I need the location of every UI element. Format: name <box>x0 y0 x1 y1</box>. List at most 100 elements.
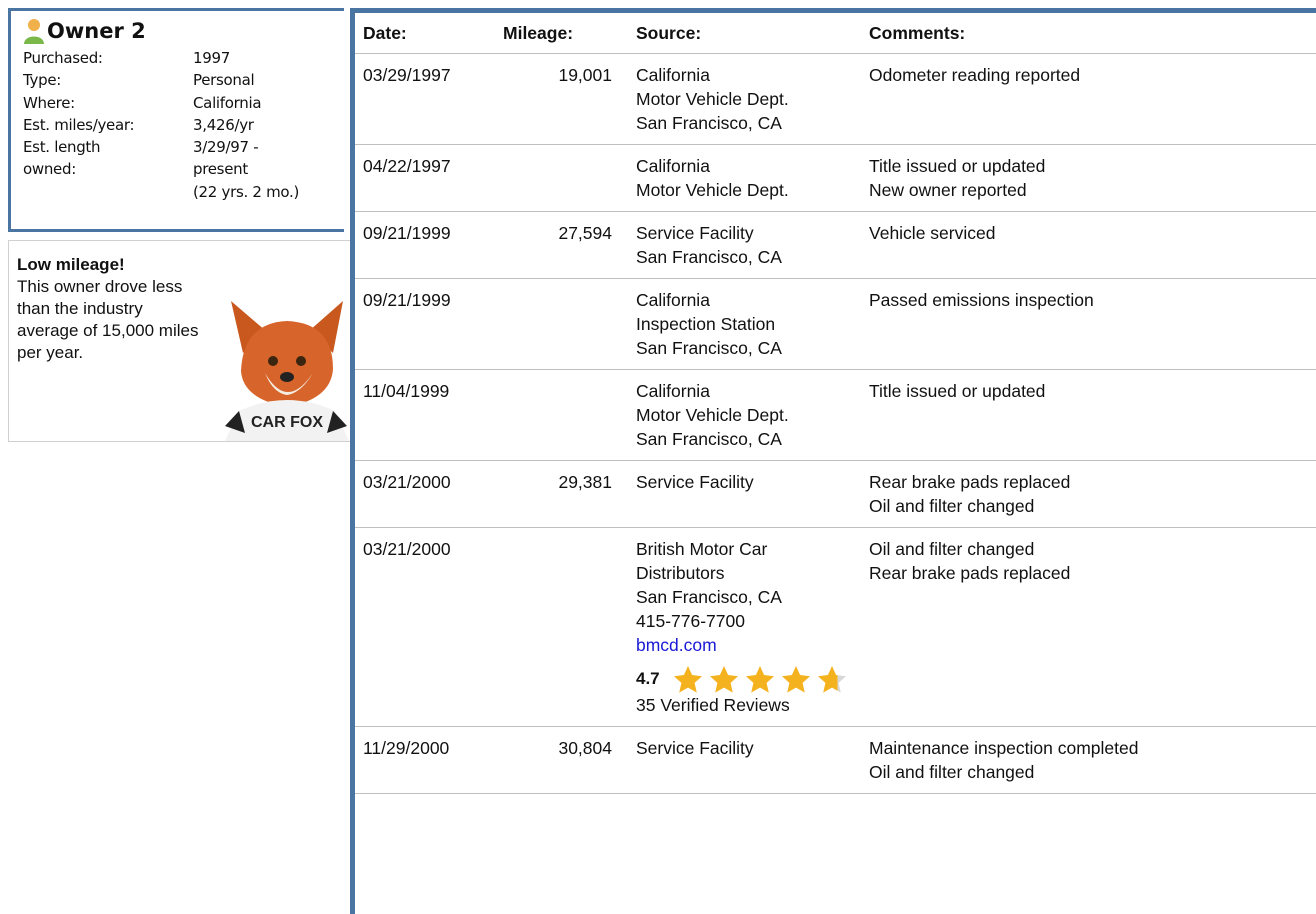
comment-line: Vehicle serviced <box>869 223 996 243</box>
owner-info-value: 3/29/97 - <box>193 138 259 157</box>
table-row: 09/21/1999 27,594 Service Facility San Fran… <box>355 211 1316 279</box>
comment-line: Odometer reading reported <box>869 65 1081 85</box>
dealer-website-link[interactable]: bmcd.com <box>636 633 861 657</box>
header-source: Source: <box>628 13 861 54</box>
owner-info-value: 1997 <box>193 49 230 67</box>
source-line: San Francisco, CA <box>636 429 782 449</box>
table-row: 09/21/1999 California Inspection Station Sa… <box>355 278 1316 370</box>
cell-source: California Motor Vehicle Dept. <box>628 144 861 212</box>
cell-source: California Inspection Station San Francisc… <box>628 278 861 370</box>
source-line: California <box>636 65 710 85</box>
rating-score: 4.7 <box>636 669 660 688</box>
person-icon <box>23 18 45 44</box>
low-mileage-tip: Low mileage! This owner drove less than … <box>8 240 351 442</box>
cell-comments: Title issued or updated New owner reporte… <box>861 144 1316 212</box>
table-row: 03/21/2000 British Motor Car Distributors S… <box>355 527 1316 727</box>
comment-line: New owner reported <box>869 180 1027 200</box>
owner-info-label: Type: <box>23 71 62 90</box>
cell-mileage: 29,381 <box>483 460 628 528</box>
star-icon <box>817 666 846 693</box>
source-line: Motor Vehicle Dept. <box>636 180 789 200</box>
source-line: Distributors <box>636 563 725 583</box>
source-line: 415-776-7700 <box>636 611 745 631</box>
table-row: 11/29/2000 30,804 Service Facility Maintena… <box>355 726 1316 794</box>
cell-comments: Rear brake pads replaced Oil and filter c… <box>861 460 1316 528</box>
cell-mileage <box>483 369 628 461</box>
comment-line: Maintenance inspection completed <box>869 738 1139 758</box>
source-line: Service Facility <box>636 223 754 243</box>
mascot-shirt-text: CAR FOX <box>251 414 323 431</box>
owner-info-label <box>23 181 193 203</box>
cell-mileage <box>483 278 628 370</box>
star-icon <box>673 666 702 693</box>
source-line: Motor Vehicle Dept. <box>636 405 789 425</box>
comment-line: Rear brake pads replaced <box>869 563 1071 583</box>
source-line: Service Facility <box>636 472 754 492</box>
owner-info-label: owned: <box>23 160 76 179</box>
star-icon <box>745 666 774 693</box>
dealer-rating[interactable]: 4.7 <box>636 665 861 693</box>
star-icon <box>781 666 810 693</box>
source-line: California <box>636 381 710 401</box>
owner-info-value: present <box>193 160 248 179</box>
cell-date: 03/29/1997 <box>355 53 483 145</box>
source-line: Motor Vehicle Dept. <box>636 89 789 109</box>
comment-line: Oil and filter changed <box>869 496 1035 516</box>
cell-comments: Oil and filter changed Rear brake pads re… <box>861 527 1316 727</box>
source-line: San Francisco, CA <box>636 247 782 267</box>
owner-title: Owner 2 <box>23 15 344 47</box>
comment-line: Passed emissions inspection <box>869 290 1094 310</box>
cell-mileage <box>483 527 628 727</box>
cell-date: 11/29/2000 <box>355 726 483 794</box>
cell-source: California Motor Vehicle Dept. San Francis… <box>628 369 861 461</box>
cell-date: 11/04/1999 <box>355 369 483 461</box>
comment-line: Title issued or updated <box>869 156 1046 176</box>
comment-line: Oil and filter changed <box>869 762 1035 782</box>
comment-line: Oil and filter changed <box>869 539 1035 559</box>
owner-info-value: California <box>193 93 262 112</box>
cell-mileage: 19,001 <box>483 53 628 145</box>
table-row: 04/22/1997 California Motor Vehicle Dept. T… <box>355 144 1316 212</box>
header-date: Date: <box>355 13 483 54</box>
table-header-row: Date: Mileage: Source: Comments: <box>355 13 1316 54</box>
table-row: 03/21/2000 29,381 Service Facility Rear bra… <box>355 460 1316 528</box>
owner-info-label: Purchased: <box>23 49 103 67</box>
cell-mileage <box>483 144 628 212</box>
source-line: California <box>636 156 710 176</box>
owner-info-label: Est. miles/year: <box>23 115 135 134</box>
cell-date: 03/21/2000 <box>355 460 483 528</box>
owner-summary: Owner 2 Purchased: 1997 Type: Personal Where… <box>8 8 344 232</box>
owner-info-value: 3,426/yr <box>193 115 254 134</box>
star-icon <box>709 666 738 693</box>
source-line: San Francisco, CA <box>636 113 782 133</box>
owner-info-value: (22 yrs. 2 mo.) <box>193 182 300 201</box>
source-line: San Francisco, CA <box>636 338 782 358</box>
cell-source: California Motor Vehicle Dept. San Francis… <box>628 53 861 145</box>
cell-source: Service Facility <box>628 460 861 528</box>
cell-date: 09/21/1999 <box>355 211 483 279</box>
cell-date: 03/21/2000 <box>355 527 483 727</box>
header-comments: Comments: <box>861 13 1316 54</box>
comment-line: Title issued or updated <box>869 381 1046 401</box>
cell-comments: Maintenance inspection completed Oil and … <box>861 726 1316 794</box>
cell-comments: Vehicle serviced <box>861 211 1316 279</box>
cell-mileage: 27,594 <box>483 211 628 279</box>
cell-source: British Motor Car Distributors San Francis… <box>628 527 861 727</box>
table-row: 11/04/1999 California Motor Vehicle Dept. S… <box>355 369 1316 461</box>
comment-line: Rear brake pads replaced <box>869 472 1071 492</box>
cell-date: 09/21/1999 <box>355 278 483 370</box>
owner-info-grid: Purchased: 1997 Type: Personal Where: Califor… <box>23 47 344 203</box>
cell-comments: Odometer reading reported <box>861 53 1316 145</box>
owner-info-label: Est. length <box>23 138 101 157</box>
owner-info-label: Where: <box>23 93 75 112</box>
table-row: 03/29/1997 19,001 California Motor Vehicle … <box>355 53 1316 145</box>
tip-text: This owner drove less than the industry … <box>17 277 199 362</box>
cell-comments: Passed emissions inspection <box>861 278 1316 370</box>
source-line: Inspection Station <box>636 314 776 334</box>
rating-stars <box>672 664 848 694</box>
header-mileage: Mileage: <box>483 13 628 54</box>
owner-title-text: Owner 2 <box>47 19 146 43</box>
cell-date: 04/22/1997 <box>355 144 483 212</box>
review-count[interactable]: 35 Verified Reviews <box>636 693 861 717</box>
source-line: California <box>636 290 710 310</box>
